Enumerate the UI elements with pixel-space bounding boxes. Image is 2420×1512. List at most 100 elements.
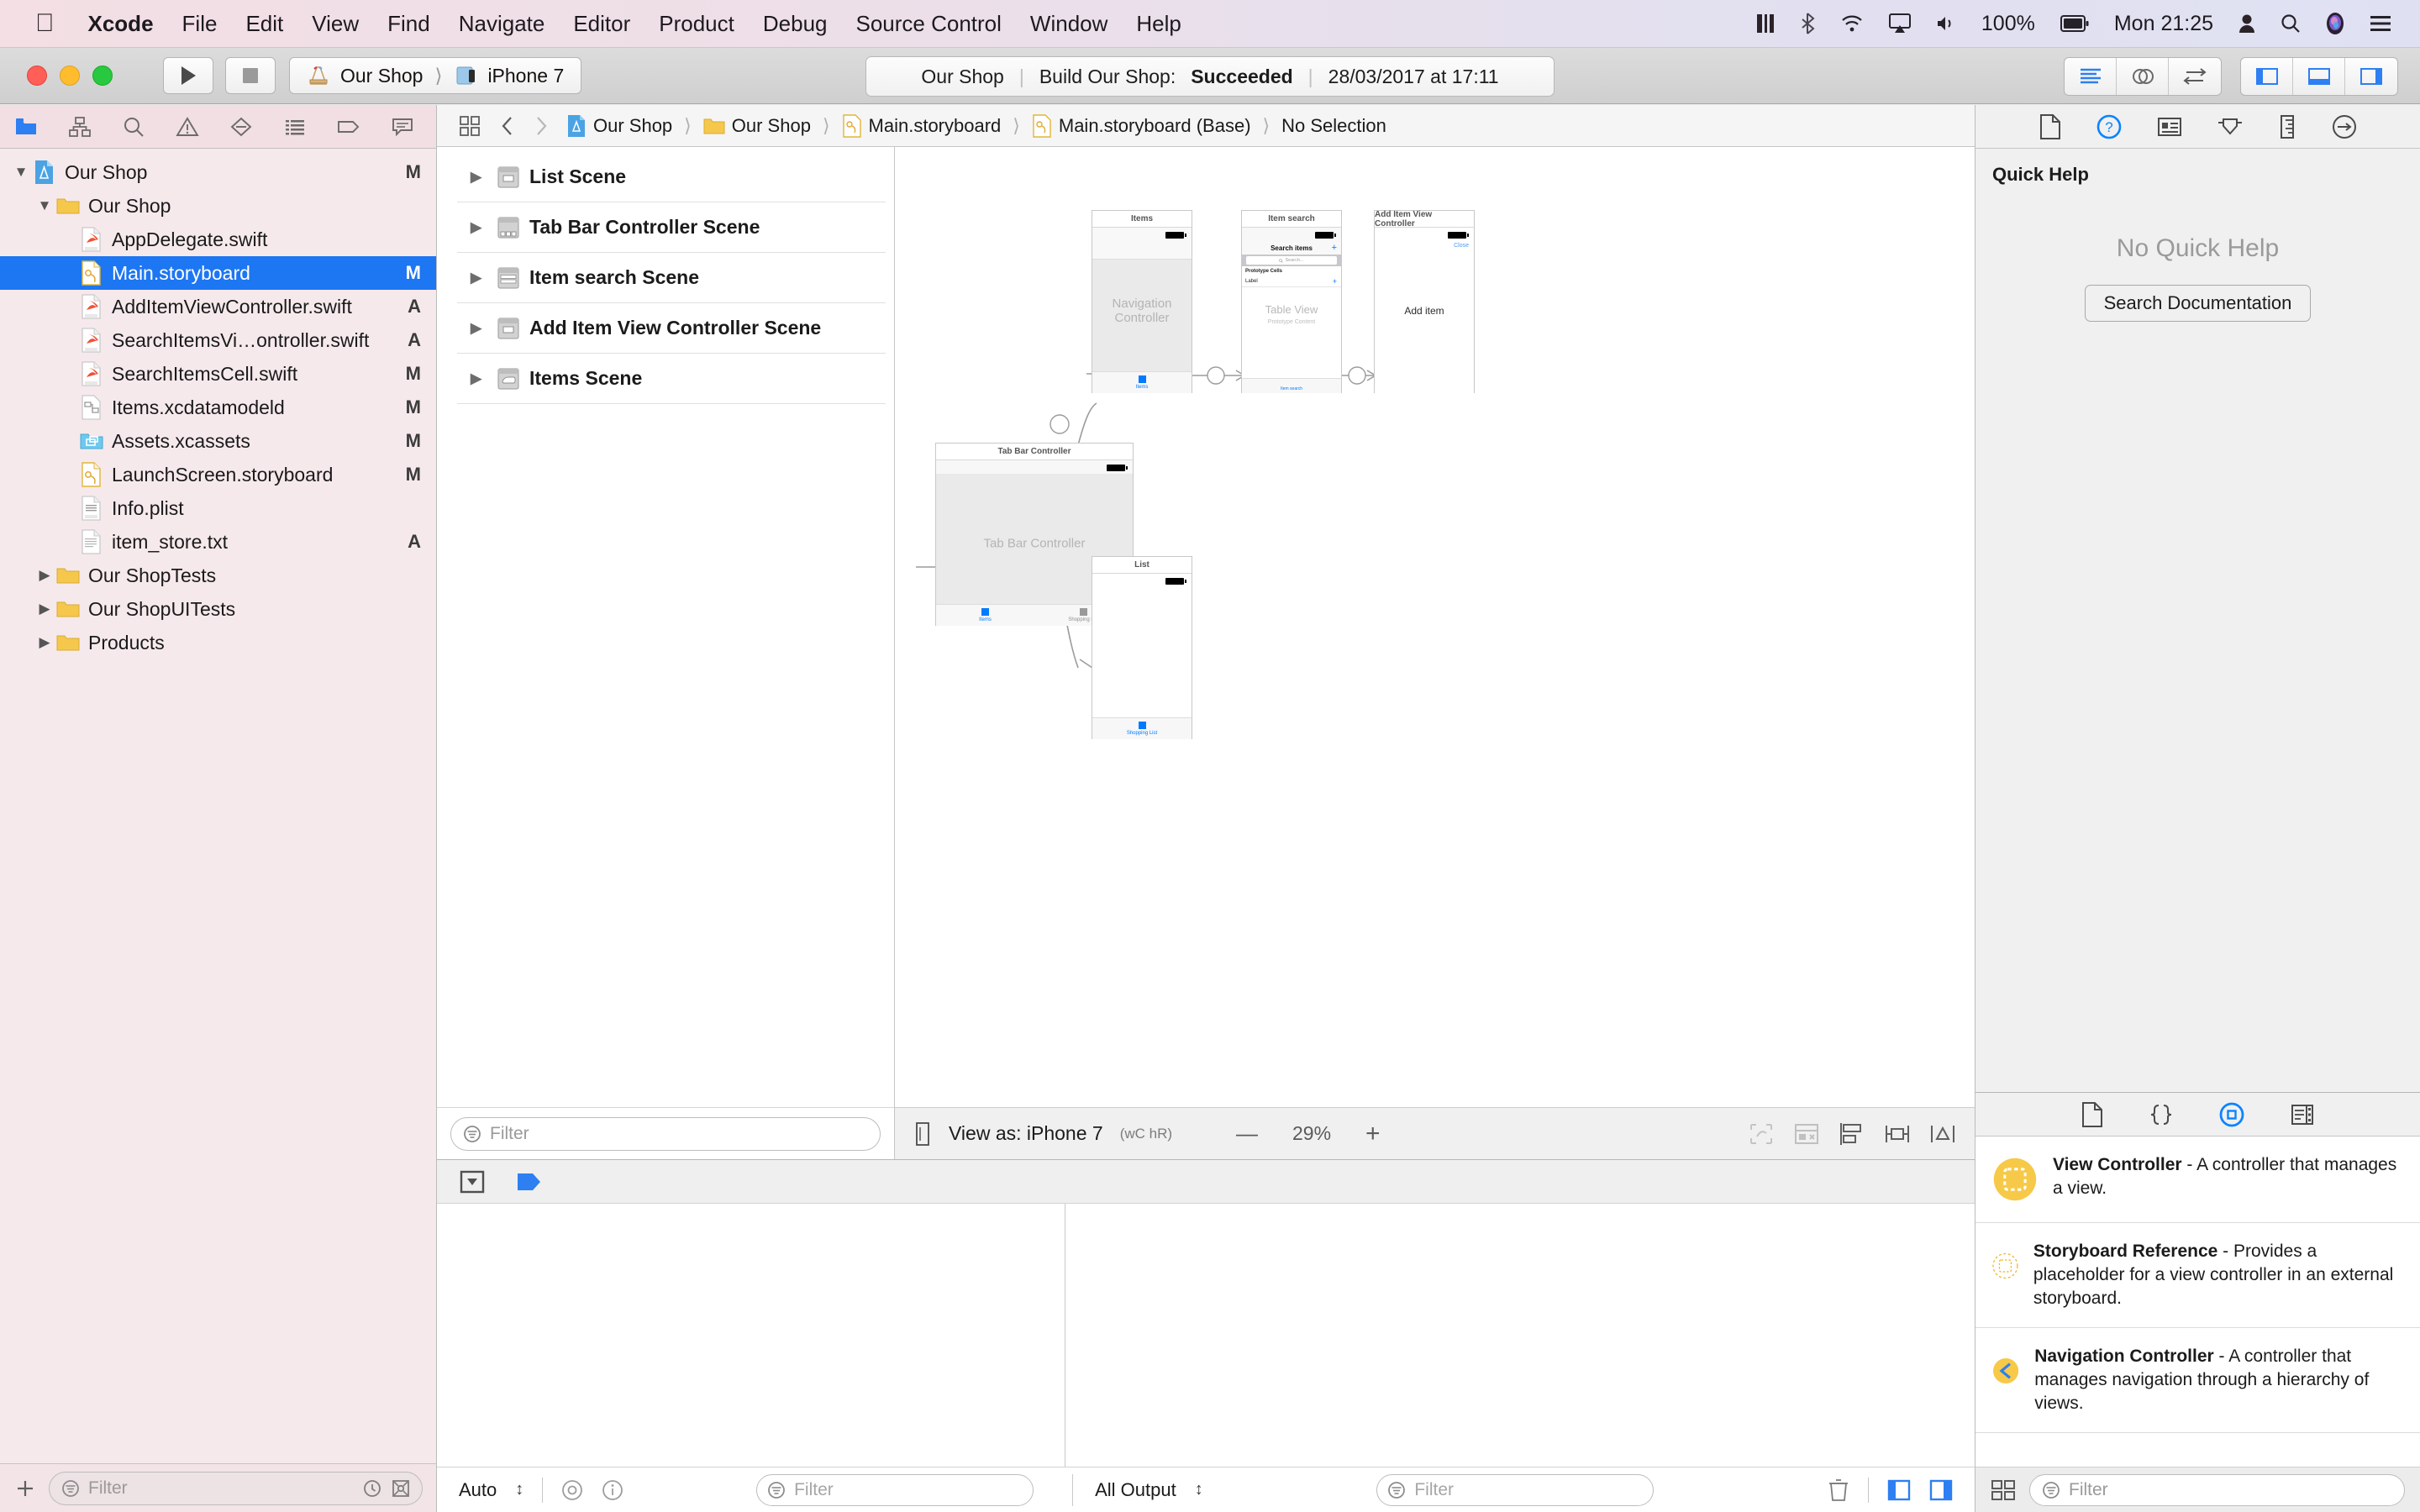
attributes-inspector-tab[interactable] [2217,115,2243,139]
battery-icon[interactable] [2060,15,2089,32]
identity-inspector-tab[interactable] [2157,116,2182,138]
breadcrumb-project[interactable]: Our Shop [558,114,681,138]
search-documentation-button[interactable]: Search Documentation [2085,285,2312,322]
menu-item-edit[interactable]: Edit [245,11,283,37]
version-editor-button[interactable] [2169,58,2221,95]
disclosure-triangle-closed-icon[interactable]: ▶ [471,370,487,387]
variables-filter-field[interactable]: Filter [756,1474,1034,1506]
variables-scope-popup[interactable]: Auto [459,1479,497,1501]
quick-help-inspector-tab[interactable]: ? [2096,114,2122,139]
resolve-auto-layout-icon[interactable] [1929,1121,1956,1147]
menu-item-product[interactable]: Product [659,11,734,37]
navigator-row[interactable]: Assets.xcassetsM [0,424,436,458]
menu-bar-clock[interactable]: Mon 21:25 [2114,12,2213,36]
scene-list-item[interactable]: ▶Items Scene [457,354,886,404]
zoom-in-button[interactable]: + [1365,1124,1381,1144]
search-bar[interactable]: Search... [1242,255,1341,266]
media-library-tab[interactable] [2290,1103,2315,1126]
navigator-row[interactable]: ▶Products [0,626,436,659]
source-control-navigator-tab[interactable] [67,114,92,139]
disclosure-triangle-open-icon[interactable]: ▼ [10,164,32,181]
update-frames-icon[interactable] [1748,1121,1775,1147]
breadcrumb-selection[interactable]: No Selection [1273,115,1395,137]
view-as-device-button[interactable] [913,1121,932,1147]
tab-bar-item-shopping-list[interactable]: Shopping List [1092,718,1192,739]
siri-icon[interactable] [2326,12,2344,35]
user-icon[interactable] [2238,13,2255,34]
scene-list-item[interactable]: ▶Add Item View Controller Scene [457,303,886,354]
scene-list-item[interactable]: ▶List Scene [457,152,886,202]
outline-filter-field[interactable]: Filter [450,1117,881,1151]
scene-device-list-view-controller[interactable]: List Shopping List [1092,556,1192,739]
info-icon[interactable] [602,1479,623,1501]
navigator-row[interactable]: SearchItemsCell.swiftM [0,357,436,391]
disclosure-triangle-closed-icon[interactable]: ▶ [34,634,55,651]
zoom-out-button[interactable]: — [1236,1121,1258,1147]
navigator-filter-field[interactable]: Filter [49,1472,423,1505]
standard-editor-button[interactable] [2065,58,2117,95]
show-variables-view-toggle[interactable] [1887,1478,1911,1502]
navigator-row[interactable]: ▼Our ShopM [0,155,436,189]
navigator-row[interactable]: LaunchScreen.storyboardM [0,458,436,491]
disclosure-triangle-closed-icon[interactable]: ▶ [471,320,487,337]
project-navigator-tab[interactable] [13,114,39,139]
airplay-icon[interactable] [1889,13,1911,34]
tab-bar-item-items[interactable]: Items [1092,372,1192,393]
mission-control-icon[interactable] [1756,13,1775,34]
notification-center-icon[interactable] [2370,14,2391,33]
file-template-library-tab[interactable] [2081,1102,2103,1127]
hide-debug-area-icon[interactable] [459,1169,486,1194]
code-snippet-library-tab[interactable] [2149,1103,2174,1126]
view-as-label[interactable]: View as: iPhone 7 [949,1122,1103,1145]
zoom-window-button[interactable] [92,66,113,86]
object-library-list[interactable]: View Controller - A controller that mana… [1975,1137,2420,1467]
clear-console-icon[interactable] [1828,1478,1849,1503]
navigator-row[interactable]: AddItemViewController.swiftA [0,290,436,323]
storyboard-canvas[interactable]: Tab Bar Controller Tab Bar Controller It… [895,147,1975,1107]
output-stepper-icon[interactable]: ↕ [1195,1480,1203,1499]
menu-item-window[interactable]: Window [1030,11,1107,37]
volume-icon[interactable] [1936,14,1956,33]
navigator-row[interactable]: Info.plist [0,491,436,525]
console-filter-field[interactable]: Filter [1376,1474,1654,1506]
menu-item-find[interactable]: Find [387,11,430,37]
menu-item-editor[interactable]: Editor [573,11,630,37]
assistant-editor-button[interactable] [2117,58,2169,95]
apple-menu-icon[interactable]:  [35,11,55,36]
find-navigator-tab[interactable] [121,114,146,139]
navigator-row[interactable]: item_store.txtA [0,525,436,559]
navigator-row[interactable]: SearchItemsVi…ontroller.swiftA [0,323,436,357]
bluetooth-icon[interactable] [1800,13,1815,34]
file-inspector-tab[interactable] [2039,114,2061,139]
toggle-navigator-button[interactable] [2241,58,2293,95]
disclosure-triangle-closed-icon[interactable]: ▶ [471,219,487,236]
connections-inspector-tab[interactable] [2332,114,2357,139]
disclosure-triangle-closed-icon[interactable]: ▶ [34,601,55,617]
library-item[interactable]: Storyboard Reference - Provides a placeh… [1975,1223,2420,1328]
close-window-button[interactable] [27,66,47,86]
disclosure-triangle-closed-icon[interactable]: ▶ [471,270,487,286]
scheme-selector[interactable]: Our Shop ⟩ iPhone 7 [289,57,581,94]
watch-icon[interactable] [561,1479,583,1501]
issue-navigator-tab[interactable] [175,114,200,139]
menu-item-debug[interactable]: Debug [763,11,828,37]
show-console-view-toggle[interactable] [1929,1478,1953,1502]
console-output-popup[interactable]: All Output [1095,1479,1176,1501]
add-file-button[interactable] [13,1477,37,1500]
scene-device-items-navigation-controller[interactable]: Items Navigation Controller Items [1092,210,1192,393]
breadcrumb-group[interactable]: Our Shop [695,115,819,137]
navigator-row[interactable]: ▶Our ShopTests [0,559,436,592]
menu-item-source-control[interactable]: Source Control [856,11,1002,37]
size-inspector-tab[interactable] [2278,114,2296,139]
library-item[interactable]: View Controller - A controller that mana… [1975,1137,2420,1223]
disclosure-triangle-open-icon[interactable]: ▼ [34,197,55,214]
menu-item-navigate[interactable]: Navigate [459,11,545,37]
disclosure-triangle-closed-icon[interactable]: ▶ [34,567,55,584]
add-bar-button[interactable]: + [1332,244,1337,253]
related-items-icon[interactable] [449,115,491,137]
scene-device-add-item-view-controller[interactable]: Add Item View Controller Close Add item [1374,210,1475,393]
pin-icon[interactable] [1884,1121,1911,1147]
navigator-row[interactable]: Items.xcdatamodeldM [0,391,436,424]
breakpoint-navigator-tab[interactable] [336,114,361,139]
library-filter-field[interactable]: Filter [2029,1474,2405,1506]
